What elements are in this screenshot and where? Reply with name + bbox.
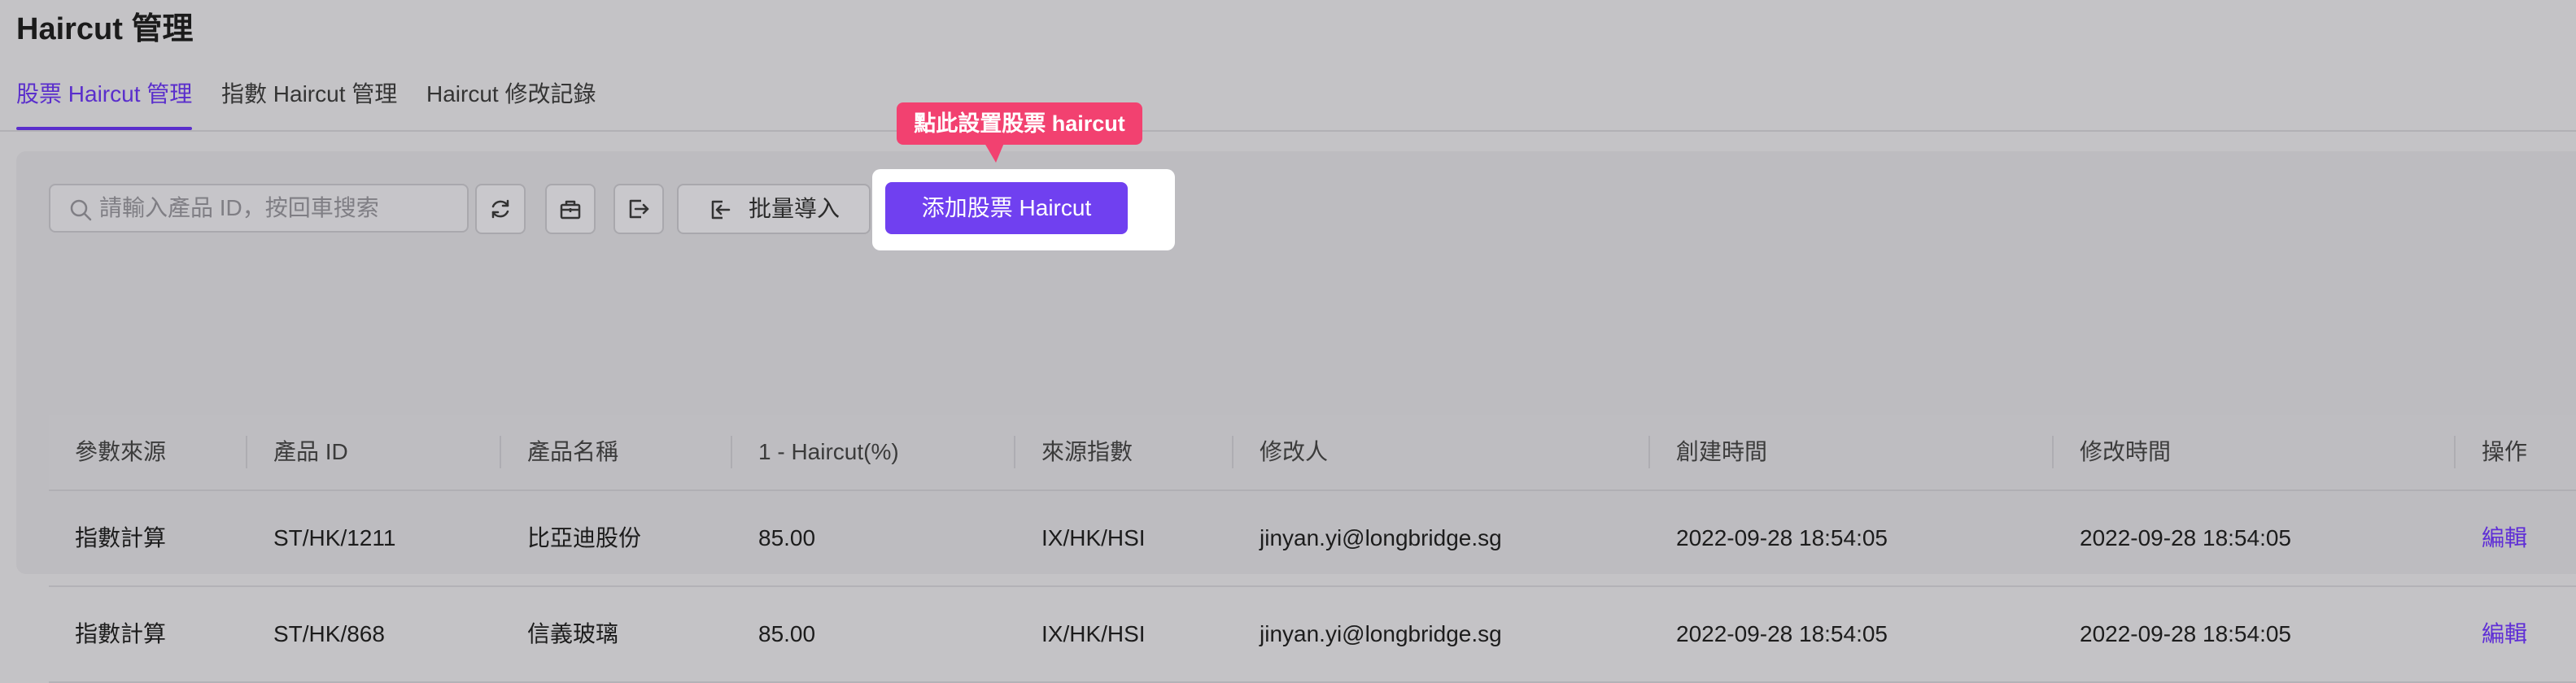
- search-box[interactable]: [49, 184, 469, 233]
- refresh-button[interactable]: [475, 184, 526, 234]
- table-cell: ST/HK/868: [273, 621, 385, 646]
- tab-bar: 股票 Haircut 管理 指數 Haircut 管理 Haircut 修改記錄: [0, 72, 2576, 132]
- table-cell: 2022-09-28 18:54:05: [2080, 525, 2291, 550]
- table-row: 指數計算 ST/HK/1211 比亞迪股份 85.00 IX/HK/HSI ji…: [49, 491, 2576, 587]
- tab-haircut-history[interactable]: Haircut 修改記錄: [426, 72, 596, 128]
- add-stock-haircut-button[interactable]: 添加股票 Haircut: [885, 182, 1128, 234]
- table-cell: 2022-09-28 18:54:05: [1676, 525, 1888, 550]
- edit-link[interactable]: 編輯: [2482, 491, 2527, 585]
- batch-import-button[interactable]: 批量導入: [677, 184, 871, 234]
- column-header: 產品名稱: [500, 415, 618, 489]
- export-button[interactable]: [613, 184, 664, 234]
- column-header: 產品 ID: [246, 415, 348, 489]
- table-cell: 比亞迪股份: [527, 525, 642, 550]
- column-header: 修改時間: [2052, 415, 2171, 489]
- import-icon: [711, 200, 731, 220]
- column-header: 創建時間: [1648, 415, 1767, 489]
- table-cell: IX/HK/HSI: [1041, 621, 1146, 646]
- tab-stock-haircut[interactable]: 股票 Haircut 管理: [16, 72, 193, 130]
- table-cell: IX/HK/HSI: [1041, 525, 1146, 550]
- refresh-icon: [491, 199, 509, 219]
- column-header: 操作: [2454, 415, 2527, 489]
- basket-button[interactable]: [545, 184, 596, 234]
- table-row: 指數計算 ST/HK/868 信義玻璃 85.00 IX/HK/HSI jiny…: [49, 587, 2576, 683]
- search-input[interactable]: [99, 185, 457, 231]
- table-cell: jinyan.yi@longbridge.sg: [1260, 525, 1502, 550]
- basket-icon: [560, 200, 581, 220]
- table-cell: 信義玻璃: [527, 621, 619, 646]
- table-cell: 85.00: [758, 621, 816, 646]
- tab-index-haircut[interactable]: 指數 Haircut 管理: [221, 72, 397, 128]
- edit-link[interactable]: 編輯: [2482, 587, 2527, 681]
- search-icon: [70, 199, 92, 221]
- haircut-table: 參數來源 產品 ID 產品名稱 1 - Haircut(%) 來源指數 修改人 …: [49, 415, 2576, 683]
- export-icon: [629, 199, 649, 219]
- batch-import-label: 批量導入: [749, 196, 840, 221]
- content-panel: 批量導入 添加股票 Haircut 參數來源 產品 ID 產品名稱 1 - Ha…: [16, 151, 2576, 683]
- table-header: 參數來源 產品 ID 產品名稱 1 - Haircut(%) 來源指數 修改人 …: [49, 415, 2576, 491]
- table-cell: 85.00: [758, 525, 816, 550]
- table-cell: 指數計算: [75, 525, 167, 550]
- column-header: 修改人: [1232, 415, 1328, 489]
- table-cell: jinyan.yi@longbridge.sg: [1260, 621, 1502, 646]
- column-header: 1 - Haircut(%): [731, 415, 899, 489]
- table-cell: 2022-09-28 18:54:05: [1676, 621, 1888, 646]
- column-header: 來源指數: [1014, 415, 1133, 489]
- table-cell: 指數計算: [75, 621, 167, 646]
- page-title: Haircut 管理: [16, 12, 194, 46]
- table-cell: 2022-09-28 18:54:05: [2080, 621, 2291, 646]
- guide-tooltip: 點此設置股票 haircut: [897, 102, 1142, 163]
- column-header: 參數來源: [75, 439, 167, 464]
- toolbar: 批量導入 添加股票 Haircut: [16, 151, 2576, 281]
- table-cell: ST/HK/1211: [273, 525, 396, 550]
